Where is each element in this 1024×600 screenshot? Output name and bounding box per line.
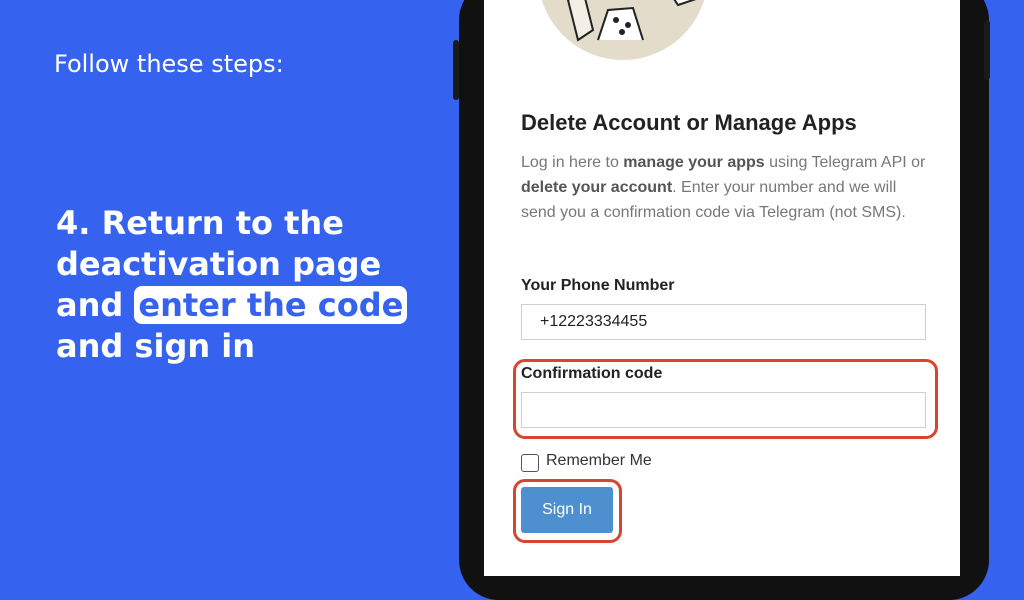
illustration-drawing	[566, 0, 697, 42]
desc-bold-manage-apps: manage your apps	[623, 154, 765, 171]
desc-part-2: using Telegram API or	[764, 154, 926, 171]
step-instruction: 4. Return to the deactivation page and e…	[56, 203, 416, 367]
intro-text: Follow these steps:	[54, 50, 284, 78]
phone-side-button-right	[984, 20, 990, 80]
illustration	[538, 0, 708, 60]
confirmation-code-field[interactable]	[521, 392, 926, 428]
desc-bold-delete-account: delete your account	[521, 179, 673, 196]
page-description: Log in here to manage your apps using Te…	[521, 150, 931, 225]
phone-number-field[interactable]: +12223334455	[521, 304, 926, 340]
page-title: Delete Account or Manage Apps	[521, 110, 857, 135]
confirmation-code-label: Confirmation code	[521, 365, 663, 382]
phone-number-label: Your Phone Number	[521, 277, 675, 294]
remember-me-checkbox[interactable]	[521, 454, 539, 472]
desc-part-1: Log in here to	[521, 154, 624, 171]
step-text-after: and sign in	[56, 327, 256, 365]
remember-me-label[interactable]: Remember Me	[546, 452, 652, 470]
phone-side-button-left	[453, 40, 459, 100]
sign-in-button[interactable]: Sign In	[521, 487, 613, 533]
phone-screen: Delete Account or Manage Apps Log in her…	[484, 0, 960, 576]
step-highlight: enter the code	[134, 286, 408, 324]
